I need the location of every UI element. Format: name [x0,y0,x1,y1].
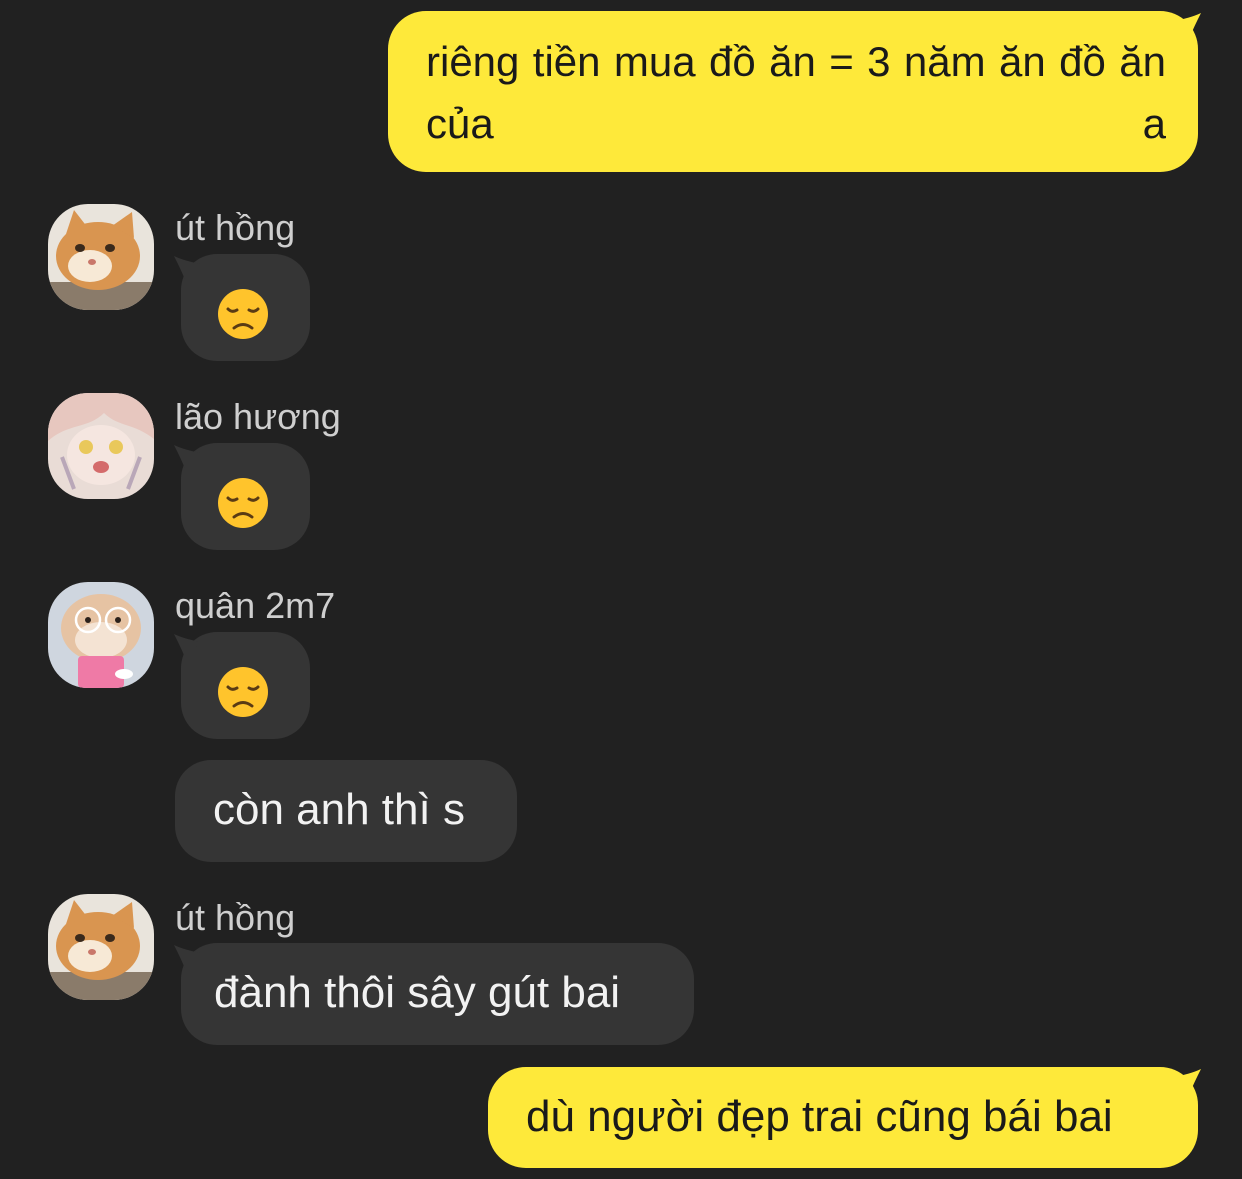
incoming-message-bubble[interactable] [174,254,310,361]
bubble-tail-icon [174,634,200,660]
message-text: riêng tiền mua đồ ăn = 3 năm ăn đồ ăn củ… [426,38,1166,147]
avatar-quan-2m7[interactable] [48,582,154,688]
disappointed-face-icon [218,289,268,339]
avatar-lao-huong[interactable] [48,393,154,499]
sender-name: út hồng [175,207,296,248]
message-text: dù người đẹp trai cũng bái bai [526,1092,1113,1141]
sender-name: lão hương [175,396,341,437]
incoming-message-bubble[interactable]: còn anh thì s [175,760,517,862]
disappointed-face-icon [218,667,268,717]
sender-name: út hồng [175,897,296,938]
hamster-avatar-icon [48,582,154,688]
incoming-message-bubble[interactable] [174,632,310,739]
cat-avatar-icon [48,204,154,310]
outgoing-message-bubble[interactable]: dù người đẹp trai cũng bái bai [488,1067,1201,1168]
sender-name: quân 2m7 [175,585,336,626]
bubble-tail-icon [174,945,200,971]
message-text: còn anh thì s [213,785,465,834]
anime-avatar-icon [48,393,154,499]
bubble-tail-icon [1175,1069,1201,1095]
chat-thread: riêng tiền mua đồ ăn = 3 năm ăn đồ ăn củ… [0,0,1242,1179]
bubble-tail-icon [1175,13,1201,39]
avatar-ut-hong[interactable] [48,204,154,310]
incoming-message-bubble[interactable] [174,443,310,550]
bubble-tail-icon [174,445,200,471]
cat-avatar-icon [48,894,154,1000]
bubble-tail-icon [174,256,200,282]
disappointed-face-icon [218,478,268,528]
outgoing-message-bubble[interactable]: riêng tiền mua đồ ăn = 3 năm ăn đồ ăn củ… [388,11,1201,172]
message-text: đành thôi sây gút bai [214,968,621,1017]
avatar-ut-hong[interactable] [48,894,154,1000]
incoming-message-bubble[interactable]: đành thôi sây gút bai [174,943,694,1045]
